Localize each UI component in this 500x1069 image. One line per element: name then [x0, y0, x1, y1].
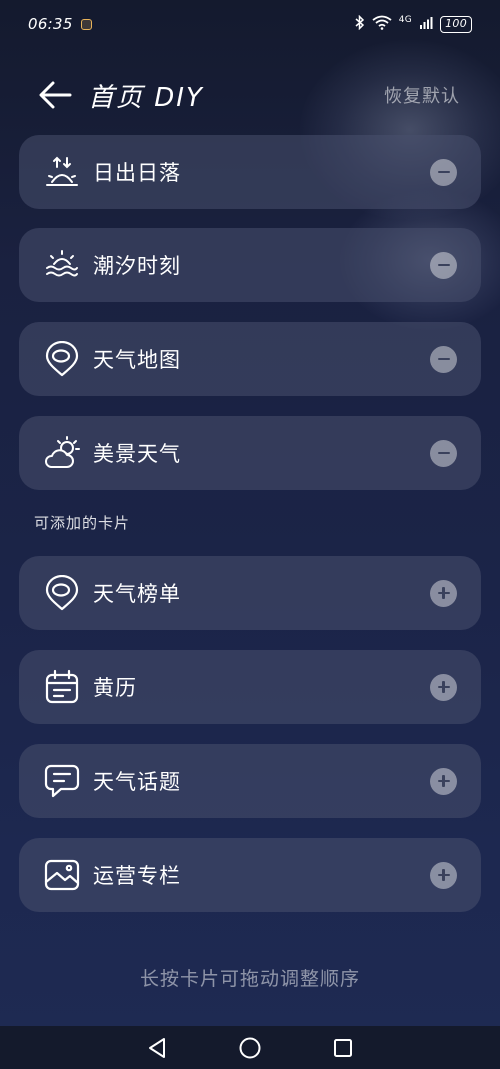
page-title: 首页 DIY [88, 82, 204, 113]
card-weather-ranking[interactable]: 天气榜单 [19, 556, 481, 630]
reset-default-button[interactable]: 恢复默认 [384, 82, 460, 108]
add-card-button[interactable] [430, 579, 457, 607]
card-label: 日出日落 [93, 161, 181, 185]
add-card-button[interactable] [430, 767, 457, 795]
card-label: 天气榜单 [93, 582, 181, 606]
card-label: 运营专栏 [93, 864, 181, 888]
status-bar: 06:35 4G 100 [0, 0, 500, 48]
remove-card-button[interactable] [430, 345, 457, 373]
network-label: 4G [398, 15, 413, 25]
card-weather-map[interactable]: 天气地图 [19, 322, 481, 396]
remove-card-button[interactable] [430, 158, 457, 186]
card-weather-topics[interactable]: 天气话题 [19, 744, 481, 818]
ranking-pin-icon [43, 574, 81, 612]
signal-icon [419, 16, 433, 33]
notification-icon [80, 18, 92, 30]
map-pin-icon [43, 340, 81, 378]
chat-bubble-icon [43, 762, 81, 800]
card-label: 潮汐时刻 [93, 254, 181, 278]
add-card-button[interactable] [430, 861, 457, 889]
card-sunrise-sunset[interactable]: 日出日落 [19, 135, 481, 209]
nav-recents-icon[interactable] [328, 1033, 358, 1063]
calendar-icon [43, 668, 81, 706]
status-time: 06:35 [28, 15, 73, 33]
battery-indicator: 100 [440, 15, 472, 33]
remove-card-button[interactable] [430, 439, 457, 467]
bluetooth-icon [355, 14, 365, 33]
nav-home-icon[interactable] [235, 1033, 265, 1063]
card-label: 天气地图 [93, 348, 181, 372]
card-almanac[interactable]: 黄历 [19, 650, 481, 724]
status-icons: 4G 100 [355, 14, 472, 33]
remove-card-button[interactable] [430, 251, 457, 279]
section-label-available: 可添加的卡片 [34, 514, 131, 532]
card-label: 黄历 [93, 676, 137, 700]
image-icon [43, 856, 81, 894]
wifi-icon [372, 15, 392, 33]
sunrise-icon [43, 153, 81, 191]
card-label: 天气话题 [93, 770, 181, 794]
partly-cloudy-icon [43, 434, 81, 472]
drag-hint-text: 长按卡片可拖动调整顺序 [139, 968, 360, 990]
back-arrow-icon[interactable] [38, 77, 74, 113]
header: 首页 DIY 恢复默认 [0, 70, 500, 120]
add-card-button[interactable] [430, 673, 457, 701]
card-label: 美景天气 [93, 442, 181, 466]
system-nav-bar [0, 1026, 500, 1069]
card-operations-column[interactable]: 运营专栏 [19, 838, 481, 912]
card-scenic-weather[interactable]: 美景天气 [19, 416, 481, 490]
nav-back-icon[interactable] [142, 1033, 172, 1063]
card-tide[interactable]: 潮汐时刻 [19, 228, 481, 302]
tide-icon [43, 246, 81, 284]
